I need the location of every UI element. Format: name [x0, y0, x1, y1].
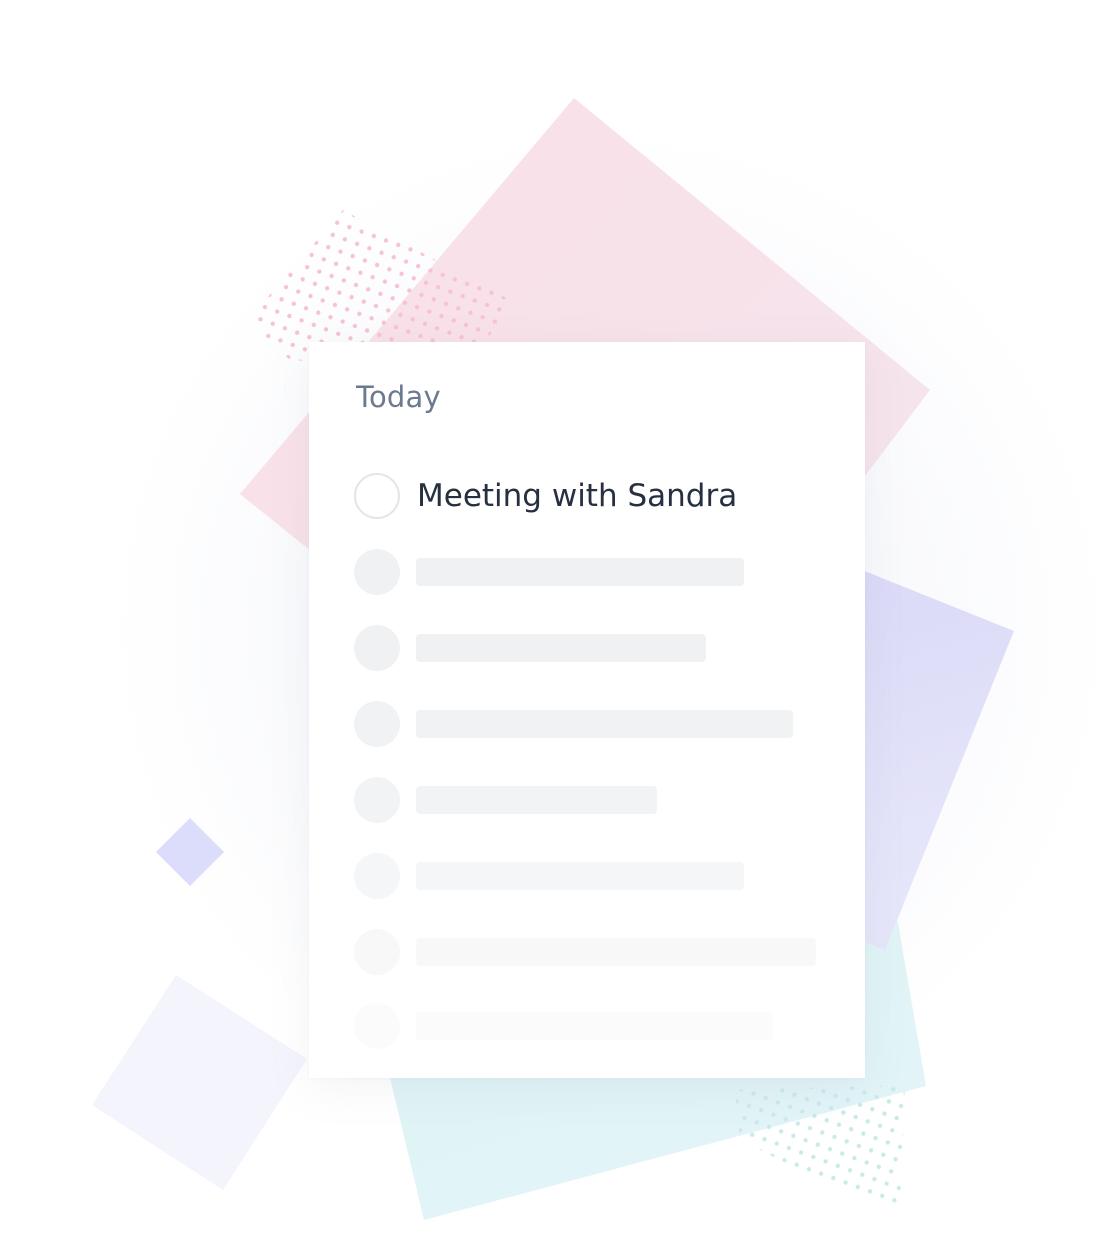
placeholder-bar — [416, 786, 657, 814]
placeholder-row — [354, 700, 793, 748]
illustration: Today Meeting with Sandra — [0, 0, 1118, 1260]
placeholder-row — [354, 548, 744, 596]
placeholder-row — [354, 624, 706, 672]
pale-square-shape — [92, 975, 307, 1190]
task-item[interactable]: Meeting with Sandra — [354, 472, 737, 520]
lavender-small-diamond — [156, 818, 224, 886]
placeholder-circle — [354, 853, 400, 899]
placeholder-circle — [354, 701, 400, 747]
task-label: Meeting with Sandra — [417, 478, 738, 514]
placeholder-bar — [416, 710, 793, 738]
placeholder-circle — [354, 777, 400, 823]
mint-dot-pattern — [735, 1085, 905, 1205]
placeholder-bar — [416, 862, 744, 890]
placeholder-circle — [354, 625, 400, 671]
today-card: Today Meeting with Sandra — [309, 342, 865, 1078]
placeholder-circle — [354, 929, 400, 975]
placeholder-bar — [416, 938, 816, 966]
placeholder-circle — [354, 549, 400, 595]
placeholder-circle — [354, 1003, 400, 1049]
placeholder-bar — [416, 1012, 773, 1040]
placeholder-row — [354, 928, 816, 976]
placeholder-row — [354, 1002, 773, 1050]
placeholder-row — [354, 776, 657, 824]
placeholder-row — [354, 852, 744, 900]
placeholder-bar — [416, 558, 744, 586]
task-checkbox[interactable] — [354, 473, 400, 519]
placeholder-bar — [416, 634, 706, 662]
card-title: Today — [356, 380, 441, 414]
